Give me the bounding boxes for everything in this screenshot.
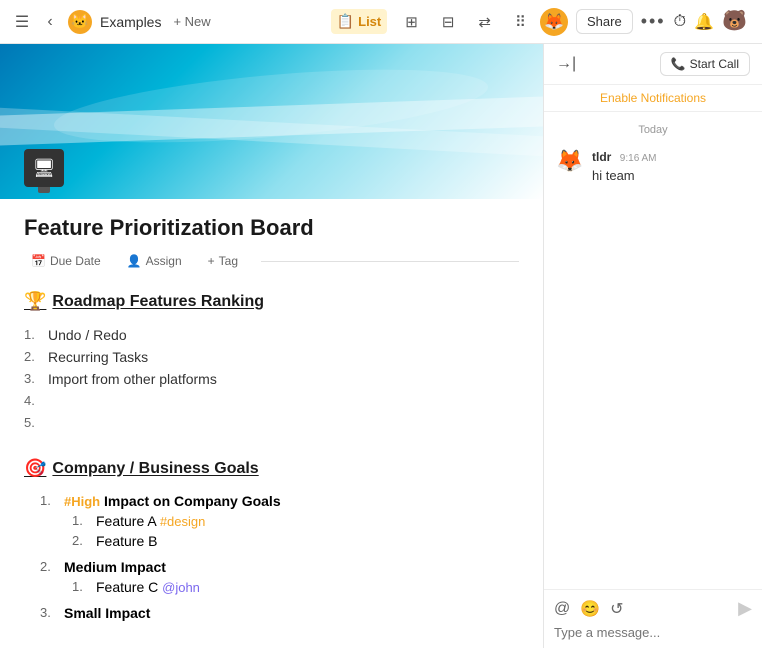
list-item: 4. xyxy=(24,390,519,412)
list-item: 3. Import from other platforms xyxy=(24,368,519,390)
roadmap-section: 🏆 Roadmap Features Ranking 1. Undo / Red… xyxy=(24,291,519,434)
target-icon: 🎯 xyxy=(24,458,46,479)
business-goals-section: 🎯 Company / Business Goals 1. #High Impa… xyxy=(24,458,519,623)
chat-body: Today 🦊 tldr 9:16 AM hi team xyxy=(544,112,762,589)
document-title: Feature Prioritization Board xyxy=(24,215,519,241)
list-item: 1. Feature A #design xyxy=(56,511,519,531)
grid-view-button-1[interactable]: ⊞ xyxy=(399,9,424,35)
meta-divider xyxy=(261,261,519,262)
timer-icon[interactable]: ⏱ xyxy=(674,13,686,31)
view-switcher: 📋 List ⊞ ⊟ ⇄ ⠿ xyxy=(331,9,532,35)
list-item: 2. Feature B xyxy=(56,531,519,551)
list-icon: 📋 xyxy=(337,13,354,30)
calendar-icon: 📅 xyxy=(31,254,46,268)
list-view-button[interactable]: 📋 List xyxy=(331,9,388,34)
medium-impact-sub-list: 1. Feature C @john xyxy=(24,577,519,597)
send-icon[interactable]: ▶ xyxy=(738,598,752,619)
list-item: 2. Recurring Tasks xyxy=(24,346,519,368)
more-menu-button[interactable]: ••• xyxy=(641,11,666,32)
roadmap-list: 1. Undo / Redo 2. Recurring Tasks 3. Imp… xyxy=(24,324,519,434)
hero-image: 🖥 xyxy=(0,44,543,199)
grid1-icon: ⊞ xyxy=(405,13,418,31)
nav-right: 🦊 Share ••• ⏱ 🔔 🐻 xyxy=(540,8,750,36)
chat-panel: →| 📞 Start Call Enable Notifications Tod… xyxy=(544,44,762,648)
assign-field[interactable]: 👤 Assign xyxy=(120,251,189,271)
list-item: 1. Undo / Redo xyxy=(24,324,519,346)
due-date-field[interactable]: 📅 Due Date xyxy=(24,251,108,271)
bell-icon[interactable]: 🔔 xyxy=(694,12,714,32)
breadcrumb: Examples xyxy=(100,14,161,30)
high-impact-section: 1. #High Impact on Company Goals 1. Feat… xyxy=(24,491,519,551)
roadmap-section-title: 🏆 Roadmap Features Ranking xyxy=(24,291,519,312)
enable-notifications-button[interactable]: Enable Notifications xyxy=(544,85,762,112)
business-goals-title: 🎯 Company / Business Goals xyxy=(24,458,519,479)
chat-avatar: 🦊 xyxy=(556,148,584,176)
document-panel: 🖥 Feature Prioritization Board 📅 Due Dat… xyxy=(0,44,544,648)
person-icon: 👤 xyxy=(127,254,142,268)
emoji-picker-icon[interactable]: 😊 xyxy=(580,599,600,619)
gif-icon[interactable]: ↺ xyxy=(610,599,623,619)
monitor-icon: 🖥 xyxy=(24,149,64,187)
medium-impact-section: 2. Medium Impact 1. Feature C @john xyxy=(24,557,519,597)
breadcrumb-text: Examples xyxy=(100,14,161,30)
tag-field[interactable]: + Tag xyxy=(201,251,245,271)
hierarchy-icon: ⠿ xyxy=(515,13,526,31)
hierarchy-view-button[interactable]: ⠿ xyxy=(509,9,532,35)
share-button[interactable]: Share xyxy=(576,9,633,34)
list-item: 1. Feature C @john xyxy=(56,577,519,597)
grid2-icon: ⊟ xyxy=(442,13,455,31)
document-area: Feature Prioritization Board 📅 Due Date … xyxy=(0,199,543,648)
chat-date: Today xyxy=(556,124,750,136)
main-layout: 🖥 Feature Prioritization Board 📅 Due Dat… xyxy=(0,44,762,648)
at-mention-icon[interactable]: @ xyxy=(554,600,570,618)
chat-input[interactable] xyxy=(554,625,752,640)
high-impact-sub-list: 1. Feature A #design 2. Feature B xyxy=(24,511,519,551)
new-button[interactable]: + New xyxy=(173,14,210,29)
user-avatar-1[interactable]: 🦊 xyxy=(540,8,568,36)
chat-action-icons: @ 😊 ↺ ▶ xyxy=(554,598,752,619)
chat-message: 🦊 tldr 9:16 AM hi team xyxy=(556,148,750,183)
collapse-chat-button[interactable]: →| xyxy=(556,55,576,73)
small-impact-section: 3. Small Impact xyxy=(24,603,519,623)
high-impact-item: 1. #High Impact on Company Goals xyxy=(24,491,519,511)
share-view-button[interactable]: ⇄ xyxy=(472,9,497,35)
chat-footer: @ 😊 ↺ ▶ xyxy=(544,589,762,648)
chat-message-content: tldr 9:16 AM hi team xyxy=(592,148,750,183)
medium-impact-item: 2. Medium Impact xyxy=(24,557,519,577)
plus-icon: + xyxy=(208,254,215,268)
top-nav: ☰ ‹ 🐱 Examples + New 📋 List ⊞ ⊟ ⇄ ⠿ 🦊 Sh… xyxy=(0,0,762,44)
back-icon[interactable]: ‹ xyxy=(40,12,60,32)
user-avatar-2[interactable]: 🐻 xyxy=(722,8,750,36)
document-meta: 📅 Due Date 👤 Assign + Tag xyxy=(24,251,519,271)
app-avatar: 🐱 xyxy=(68,10,92,34)
list-item: 5. xyxy=(24,412,519,434)
share-view-icon: ⇄ xyxy=(478,13,491,31)
start-call-button[interactable]: 📞 Start Call xyxy=(660,52,750,76)
grid-view-button-2[interactable]: ⊟ xyxy=(436,9,461,35)
hamburger-menu-icon[interactable]: ☰ xyxy=(12,12,32,32)
trophy-icon: 🏆 xyxy=(24,291,46,312)
phone-icon: 📞 xyxy=(671,57,686,71)
chat-header: →| 📞 Start Call xyxy=(544,44,762,85)
small-impact-item: 3. Small Impact xyxy=(24,603,519,623)
chat-input-row xyxy=(554,625,752,640)
